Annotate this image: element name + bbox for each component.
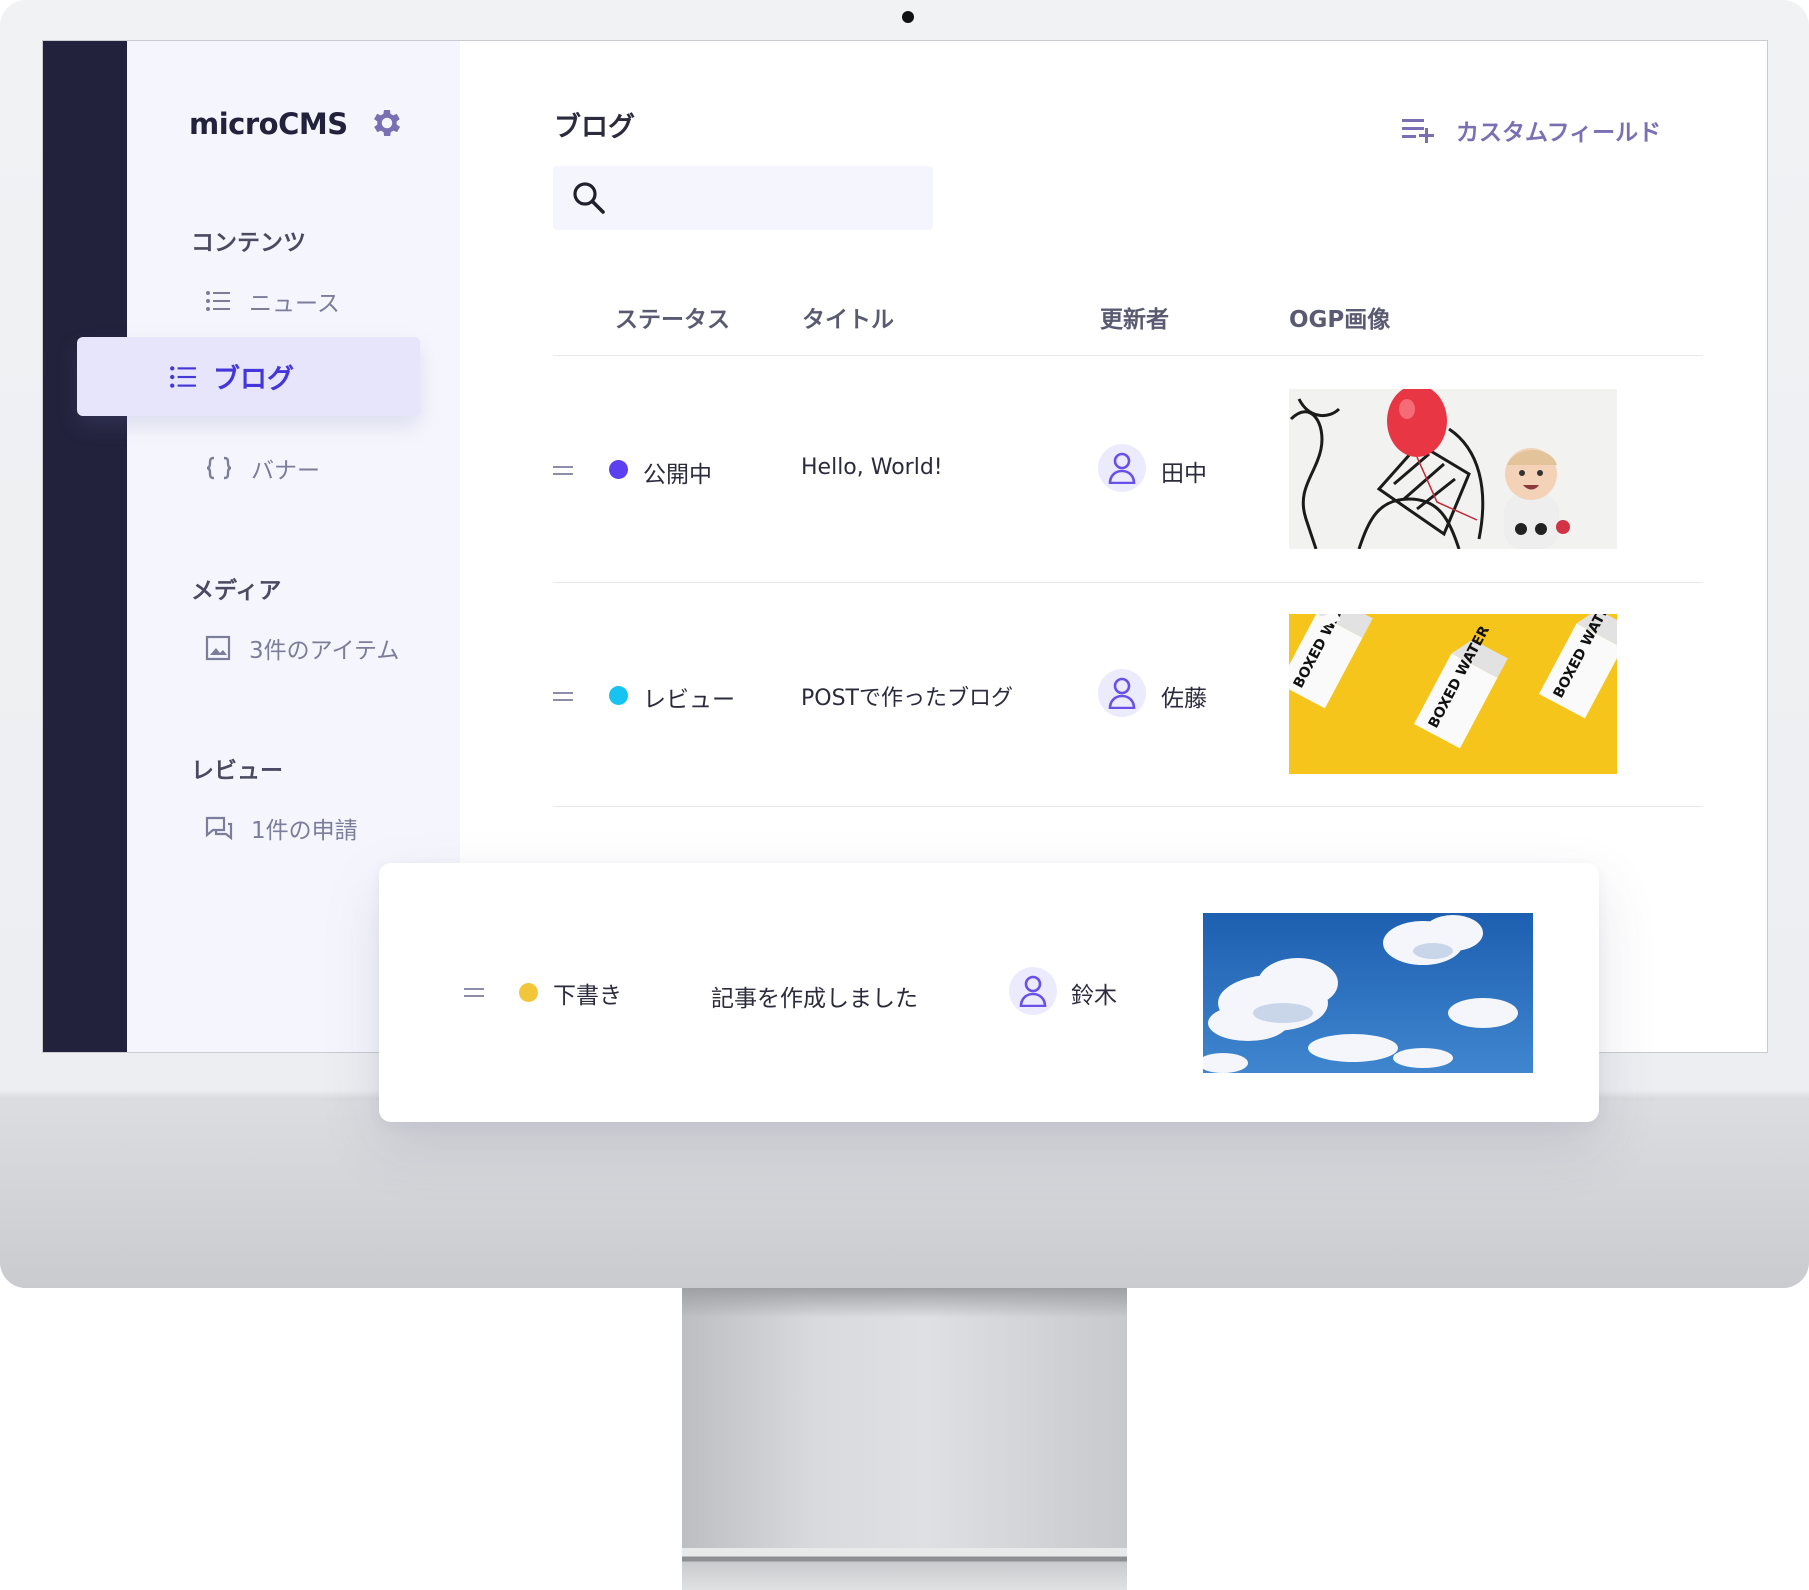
column-header-author[interactable]: 更新者 bbox=[1100, 300, 1169, 334]
status-label: 下書き bbox=[553, 983, 622, 1009]
row-title[interactable]: 記事を作成しました bbox=[711, 979, 918, 1013]
sidebar-item-news[interactable]: ニュース bbox=[205, 284, 340, 318]
list-icon bbox=[170, 366, 196, 388]
column-header-ogp[interactable]: OGP画像 bbox=[1289, 300, 1390, 334]
sidebar-item-label: ニュース bbox=[249, 291, 340, 317]
balloon-baby-photo bbox=[1289, 389, 1617, 549]
image-icon bbox=[205, 635, 231, 661]
user-icon bbox=[1019, 975, 1047, 1007]
status-dot bbox=[609, 460, 628, 479]
sidebar-item-label: バナー bbox=[251, 458, 320, 484]
ogp-image[interactable] bbox=[1203, 913, 1533, 1073]
monitor-chin bbox=[0, 1100, 1809, 1288]
custom-field-label: カスタムフィールド bbox=[1456, 120, 1662, 146]
drag-handle-icon[interactable] bbox=[553, 466, 573, 475]
stand-base bbox=[682, 1548, 1127, 1590]
stand-shadow bbox=[682, 1288, 1127, 1318]
table-row-floating[interactable]: 下書き 記事を作成しました 鈴木 bbox=[379, 863, 1599, 1122]
author-name: 田中 bbox=[1161, 461, 1207, 487]
avatar bbox=[1098, 669, 1146, 717]
ogp-image[interactable]: BOXED WATER BOXED WATER BOXED WATER bbox=[1289, 614, 1617, 774]
sidebar-heading-review: レビュー bbox=[191, 758, 283, 784]
author-name: 鈴木 bbox=[1071, 983, 1117, 1009]
author-name: 佐藤 bbox=[1161, 686, 1207, 712]
status-label: 公開中 bbox=[643, 462, 712, 488]
list-icon bbox=[206, 291, 230, 311]
row-divider bbox=[553, 582, 1703, 583]
row-title[interactable]: Hello, World! bbox=[801, 455, 943, 480]
sidebar-item-blog[interactable]: ブログ bbox=[77, 337, 420, 416]
search-icon bbox=[573, 182, 605, 214]
avatar bbox=[1098, 444, 1146, 492]
drag-handle-icon[interactable] bbox=[464, 988, 484, 997]
gear-icon[interactable] bbox=[369, 105, 405, 141]
sidebar-item-label: ブログ bbox=[213, 364, 294, 395]
custom-field-button[interactable]: カスタムフィールド bbox=[1402, 113, 1661, 147]
review-icon bbox=[205, 816, 233, 841]
app-rail bbox=[43, 41, 127, 1052]
brand-logo[interactable]: microCMS bbox=[189, 107, 348, 141]
sidebar-item-review[interactable]: 1件の申請 bbox=[205, 811, 358, 845]
status-dot bbox=[609, 686, 628, 705]
blue-sky-clouds-photo bbox=[1203, 913, 1533, 1073]
column-header-title[interactable]: タイトル bbox=[802, 300, 894, 334]
column-header-status[interactable]: ステータス bbox=[615, 300, 730, 334]
user-icon bbox=[1108, 452, 1136, 484]
sidebar-item-label: 1件の申請 bbox=[251, 818, 358, 844]
sidebar-item-label: 3件のアイテム bbox=[249, 638, 400, 664]
row-title[interactable]: POSTで作ったブログ bbox=[801, 680, 1013, 712]
search-input[interactable] bbox=[553, 166, 933, 230]
sidebar-heading-contents: コンテンツ bbox=[191, 230, 306, 256]
braces-icon bbox=[206, 456, 232, 480]
page-title: ブログ bbox=[554, 112, 635, 143]
ogp-image[interactable] bbox=[1289, 389, 1617, 549]
avatar bbox=[1009, 967, 1057, 1015]
sidebar-item-banner[interactable]: バナー bbox=[205, 451, 320, 485]
header-divider bbox=[553, 355, 1703, 356]
camera bbox=[902, 11, 914, 23]
sidebar-item-media[interactable]: 3件のアイテム bbox=[205, 631, 399, 665]
status-label: レビュー bbox=[643, 687, 735, 713]
sidebar-heading-media: メディア bbox=[191, 578, 282, 604]
row-divider bbox=[553, 806, 1703, 807]
status-dot bbox=[519, 983, 538, 1002]
monitor-stand bbox=[682, 1288, 1127, 1578]
add-field-icon bbox=[1402, 119, 1434, 143]
drag-handle-icon[interactable] bbox=[553, 692, 573, 701]
user-icon bbox=[1108, 677, 1136, 709]
boxed-water-photo: BOXED WATER BOXED WATER BOXED WATER bbox=[1289, 614, 1617, 774]
